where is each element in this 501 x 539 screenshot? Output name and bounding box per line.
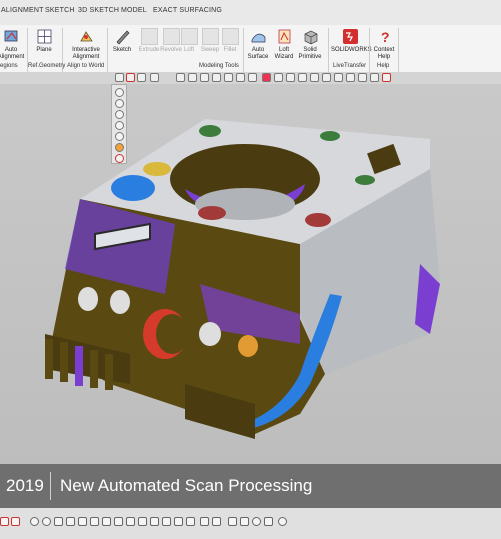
zoom-icon[interactable] bbox=[188, 73, 197, 82]
group-label-regions: egions bbox=[0, 63, 18, 69]
zoom-out-icon[interactable] bbox=[30, 517, 39, 526]
svg-text:?: ? bbox=[381, 29, 390, 45]
select-mode-icon[interactable] bbox=[212, 73, 221, 82]
fillet-button[interactable]: Fillet bbox=[221, 28, 239, 54]
display-mode-icon[interactable] bbox=[262, 73, 271, 82]
texture-icon[interactable] bbox=[358, 73, 367, 82]
layout-icon[interactable] bbox=[228, 517, 237, 526]
loft-button[interactable]: Loft bbox=[181, 28, 198, 54]
bottom-view-icon[interactable] bbox=[102, 517, 111, 526]
fit-all-icon[interactable] bbox=[54, 517, 63, 526]
normal-view-icon[interactable] bbox=[150, 517, 159, 526]
cube-view-icon[interactable] bbox=[137, 73, 146, 82]
rotate-view-icon[interactable] bbox=[162, 517, 171, 526]
sweep-button[interactable]: Sweep bbox=[199, 28, 221, 54]
face-filter-icon[interactable] bbox=[115, 121, 124, 130]
pan-icon[interactable] bbox=[200, 73, 209, 82]
loft-wizard-button[interactable]: Loft Wizard bbox=[272, 28, 296, 61]
filter-icon[interactable] bbox=[115, 88, 124, 97]
line-icon[interactable] bbox=[248, 73, 257, 82]
bottom-toolbar bbox=[0, 508, 501, 539]
zoom-in-icon[interactable] bbox=[42, 517, 51, 526]
fit-view-icon[interactable] bbox=[176, 73, 185, 82]
caption-year: 2019 bbox=[6, 476, 44, 495]
material-icon[interactable] bbox=[334, 73, 343, 82]
caption-banner: 2019 New Automated Scan Processing bbox=[0, 464, 501, 508]
mode-icon[interactable] bbox=[0, 517, 9, 526]
interactive-alignment-icon bbox=[79, 31, 93, 42]
auto-alignment-button[interactable]: Auto Alignment bbox=[0, 28, 26, 61]
solidworks-logo bbox=[342, 29, 358, 44]
grid-icon[interactable] bbox=[264, 517, 273, 526]
feature-filter-icon[interactable] bbox=[115, 154, 124, 163]
solid-primitive-button[interactable]: Solid Primitive bbox=[296, 28, 324, 61]
region-filter-icon[interactable] bbox=[115, 143, 124, 152]
context-help-button[interactable]: ? Context Help bbox=[372, 28, 396, 61]
solid-primitive-icon bbox=[304, 30, 317, 45]
view-toggle-icon[interactable] bbox=[115, 73, 124, 82]
section-icon[interactable] bbox=[224, 73, 233, 82]
plane-button[interactable]: Plane bbox=[30, 28, 58, 54]
front-view-icon[interactable] bbox=[66, 517, 75, 526]
tab-model[interactable]: MODEL bbox=[121, 7, 147, 14]
back-view-icon[interactable] bbox=[78, 517, 87, 526]
group-label-help: Help bbox=[377, 63, 390, 69]
orthographic-icon[interactable] bbox=[186, 517, 195, 526]
perspective-icon[interactable] bbox=[174, 517, 183, 526]
group-label-livetransfer: LiveTransfer bbox=[333, 63, 367, 69]
settings-icon[interactable] bbox=[278, 517, 287, 526]
vertex-filter-icon[interactable] bbox=[115, 99, 124, 108]
shade-icon[interactable] bbox=[274, 73, 283, 82]
show-icon[interactable] bbox=[310, 73, 319, 82]
interactive-alignment-button[interactable]: Interactive Alignment bbox=[68, 28, 104, 61]
revolve-button[interactable]: Revolve bbox=[160, 28, 182, 54]
record-icon[interactable] bbox=[11, 517, 20, 526]
menu-bar: ALIGNMENT SKETCH 3D SKETCH MODEL EXACT S… bbox=[0, 0, 501, 26]
extrude-button[interactable]: Extrude bbox=[137, 28, 161, 54]
loft-wizard-icon bbox=[278, 29, 290, 44]
tab-3d-sketch[interactable]: 3D SKETCH bbox=[78, 7, 119, 14]
auto-surface-icon bbox=[251, 33, 265, 43]
layer-icon[interactable] bbox=[370, 73, 379, 82]
point-icon[interactable] bbox=[252, 517, 261, 526]
group-label-modeling-tools: Modeling Tools bbox=[199, 63, 239, 69]
iso-view-icon[interactable] bbox=[138, 517, 147, 526]
caption-divider bbox=[50, 472, 51, 500]
auto-surface-button[interactable]: Auto Surface bbox=[245, 28, 271, 61]
measure-icon[interactable] bbox=[236, 73, 245, 82]
lighting-icon[interactable] bbox=[322, 73, 331, 82]
edge-filter-icon[interactable] bbox=[115, 110, 124, 119]
view-toolbar bbox=[0, 72, 501, 84]
context-help-icon: ? bbox=[381, 29, 390, 45]
left-view-icon[interactable] bbox=[114, 517, 123, 526]
close-view-icon[interactable] bbox=[382, 73, 391, 82]
top-view-icon[interactable] bbox=[90, 517, 99, 526]
caption-title: New Automated Scan Processing bbox=[60, 476, 313, 495]
right-view-icon[interactable] bbox=[126, 517, 135, 526]
tab-sketch[interactable]: SKETCH bbox=[45, 7, 75, 14]
color-icon[interactable] bbox=[346, 73, 355, 82]
plane-icon bbox=[37, 29, 51, 44]
hide-icon[interactable] bbox=[298, 73, 307, 82]
body-filter-icon[interactable] bbox=[115, 132, 124, 141]
tab-exact-surfacing[interactable]: EXACT SURFACING bbox=[153, 7, 222, 14]
select-icon[interactable] bbox=[126, 73, 135, 82]
solidworks-button[interactable]: SOLIDWORKS bbox=[331, 28, 372, 54]
rotate-icon[interactable] bbox=[150, 73, 159, 82]
sketch-button[interactable]: Sketch bbox=[110, 28, 134, 54]
selection-filter-toolbar bbox=[111, 84, 127, 164]
sketch-icon bbox=[116, 30, 129, 45]
tab-alignment[interactable]: ALIGNMENT bbox=[1, 7, 44, 14]
scanned-part-model bbox=[45, 119, 440, 439]
group-label-align-to-world: Align to World bbox=[67, 63, 105, 69]
group-label-ref-geometry: Ref.Geometry bbox=[28, 63, 66, 69]
render-icon[interactable] bbox=[200, 517, 209, 526]
ribbon: Auto Alignment Plane Interactive Alignme… bbox=[0, 25, 501, 73]
clip-icon[interactable] bbox=[212, 517, 221, 526]
wireframe-icon[interactable] bbox=[286, 73, 295, 82]
split-icon[interactable] bbox=[240, 517, 249, 526]
3d-viewport[interactable] bbox=[0, 84, 501, 464]
auto-alignment-icon bbox=[4, 30, 17, 42]
